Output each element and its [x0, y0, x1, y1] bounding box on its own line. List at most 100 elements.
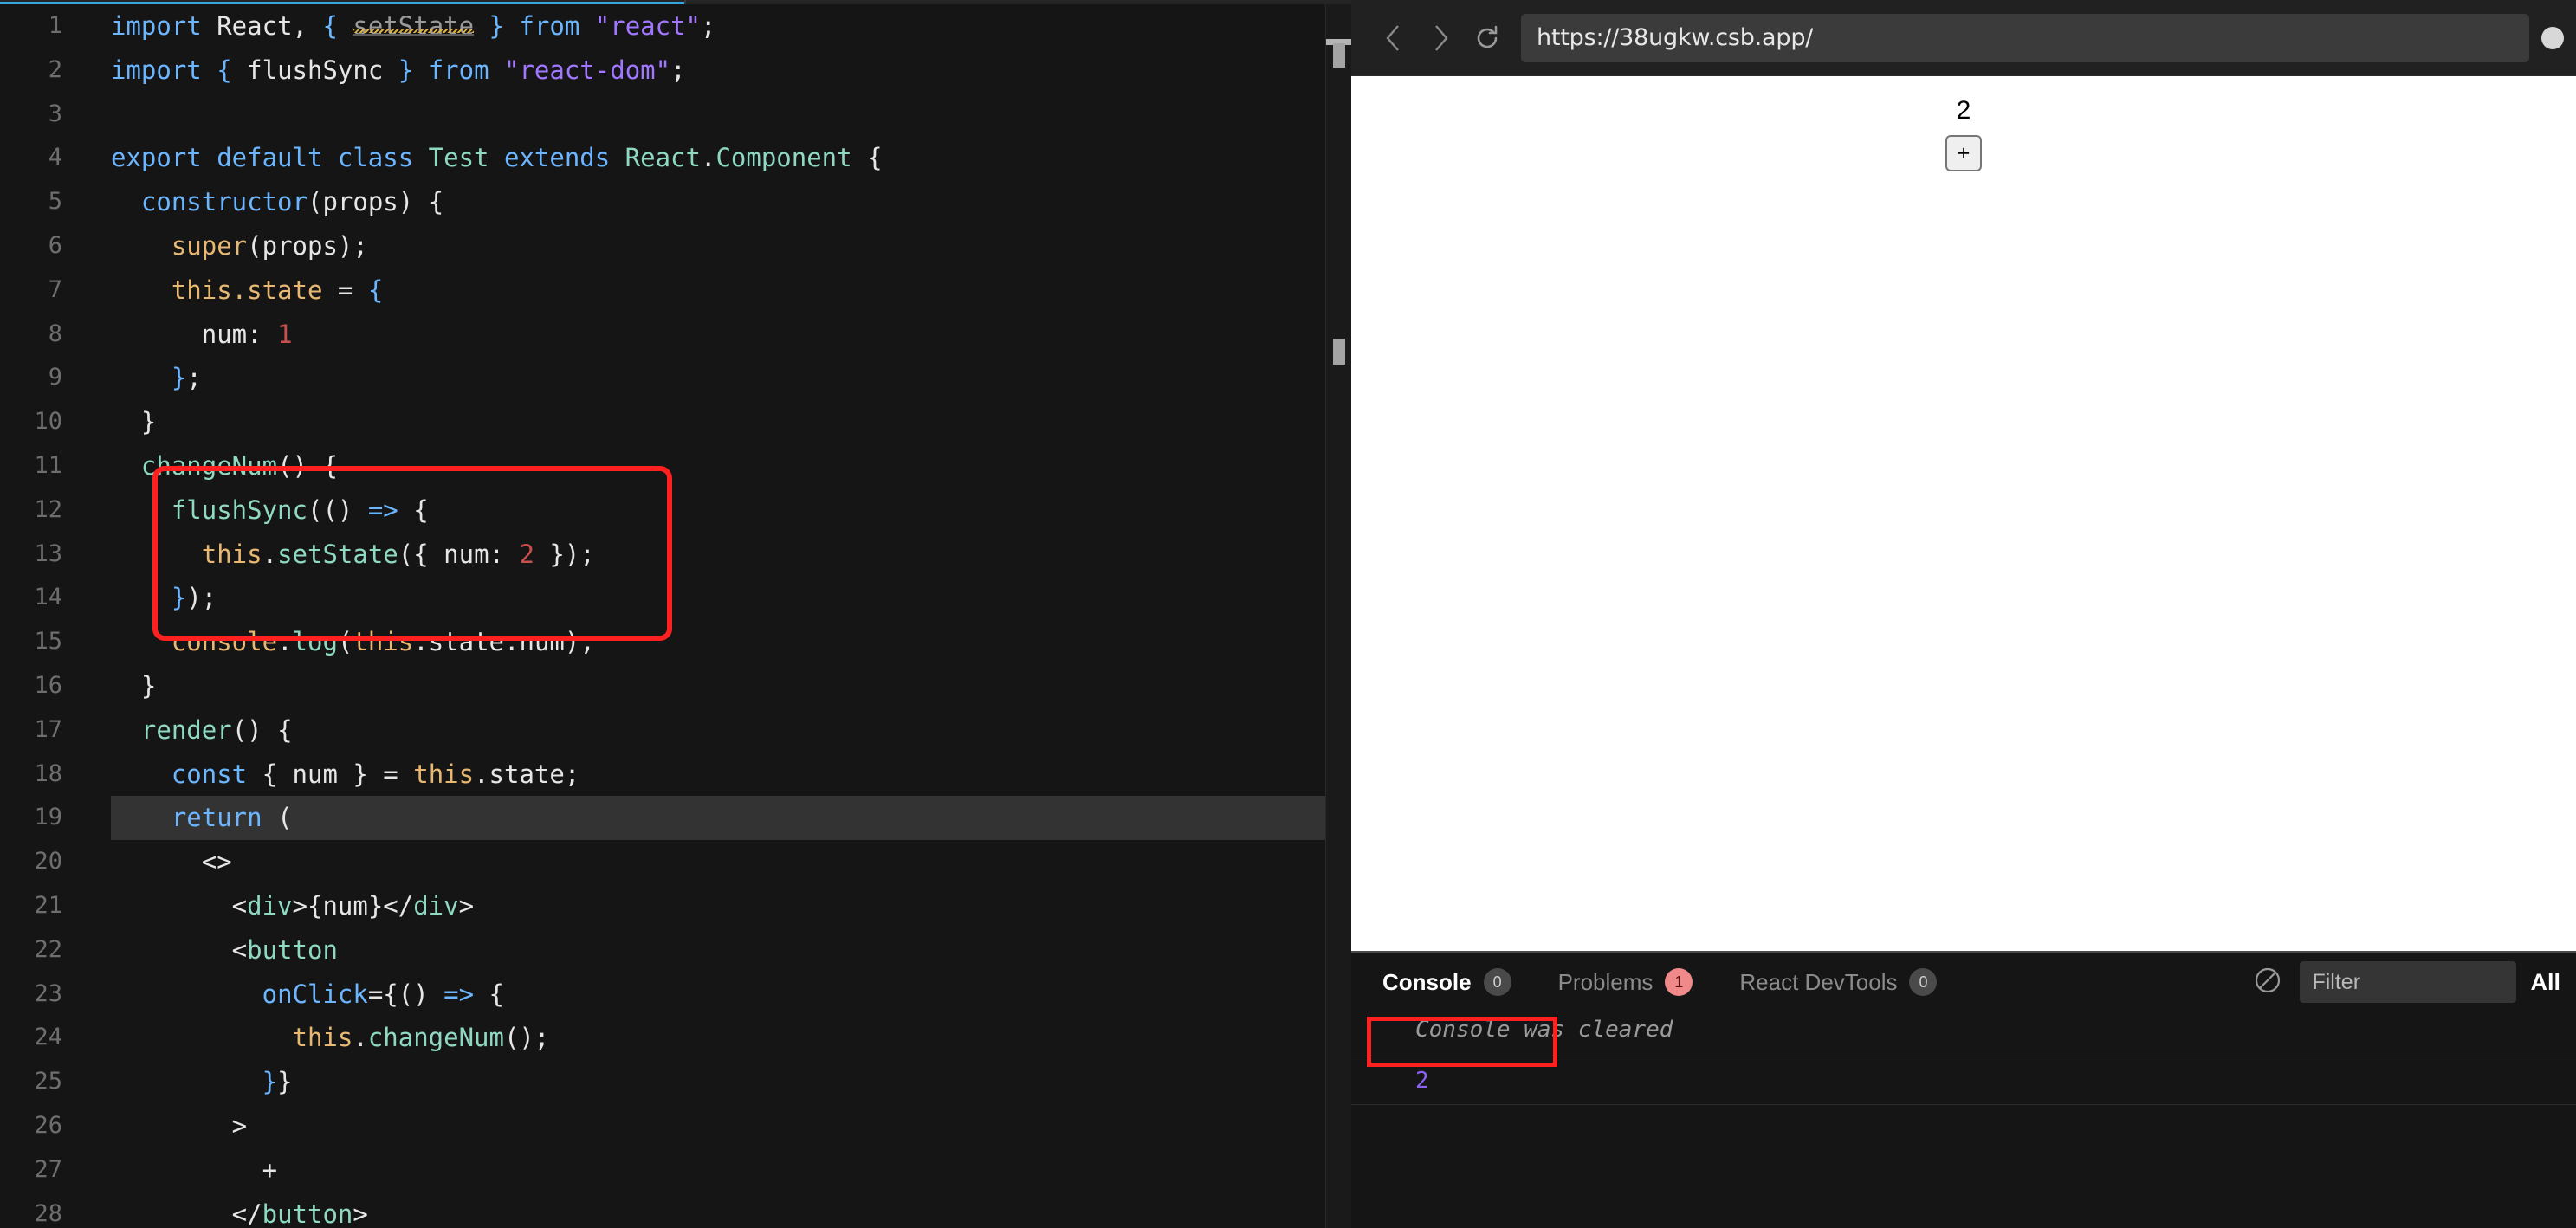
app-root: 1 import React, { setState } from "react"… [0, 0, 2576, 1228]
line-number: 14 [34, 584, 62, 611]
browser-menu-dot[interactable] [2541, 26, 2564, 49]
code-line[interactable]: 23 onClick={() => { [0, 973, 1351, 1017]
code-text: const { num } = this.state; [171, 759, 580, 789]
console-log-row[interactable]: 2 [1351, 1057, 2576, 1105]
devtools-tab-badge: 1 [1665, 968, 1693, 996]
unresolved-symbol: setState [353, 11, 475, 41]
code-line[interactable]: 17 render() { [0, 708, 1351, 753]
editor-scrollbar[interactable] [1325, 4, 1351, 1228]
code-line[interactable]: 11 changeNum() { [0, 444, 1351, 488]
line-number: 20 [34, 848, 62, 876]
devtools-tab-label: Console [1382, 968, 1472, 995]
line-number: 6 [48, 231, 62, 259]
app-output: 2 + [1351, 94, 2576, 171]
code-line[interactable]: 25 }} [0, 1060, 1351, 1104]
code-line[interactable]: 15 console.log(this.state.num); [0, 620, 1351, 664]
line-number: 4 [48, 144, 62, 171]
code-text: <> [111, 847, 232, 877]
address-bar[interactable]: https://38ugkw.csb.app/ [1521, 13, 2529, 62]
code-line[interactable]: 4 export default class Test extends React… [0, 136, 1351, 180]
forward-button[interactable] [1417, 15, 1464, 61]
line-number: 27 [34, 1155, 62, 1183]
line-number: 16 [34, 671, 62, 699]
devtools-tab-react-devtools[interactable]: React DevTools 0 [1739, 968, 1938, 996]
code-line[interactable]: 9 }; [0, 356, 1351, 400]
code-text: }} [262, 1067, 293, 1097]
console-output: Console was cleared 2 [1351, 1011, 2576, 1105]
code-text: > [111, 1110, 248, 1141]
line-number: 1 [48, 12, 62, 39]
console-filter-input[interactable] [2300, 961, 2517, 1003]
reload-button[interactable] [1464, 15, 1511, 61]
line-number: 8 [48, 320, 62, 347]
devtools-tab-console[interactable]: Console 0 [1382, 968, 1511, 996]
code-text: + [111, 1154, 278, 1185]
code-text: } [140, 407, 157, 437]
code-text: import React, { setState } from "react"; [111, 11, 716, 41]
code-line[interactable]: 14 }); [0, 576, 1351, 620]
devtools-tab-label: Problems [1557, 968, 1654, 995]
line-number: 11 [34, 451, 62, 479]
code-line[interactable]: 18 const { num } = this.state; [0, 753, 1351, 797]
rendered-page: 2 + [1351, 76, 2576, 951]
console-cleared-message: Console was cleared [1415, 1017, 1673, 1043]
code-line[interactable]: 2 import { flushSync } from "react-dom"; [0, 48, 1351, 93]
code-text: onClick={() => { [262, 979, 504, 1009]
code-line[interactable]: 12 flushSync(() => { [0, 488, 1351, 533]
increment-button[interactable]: + [1945, 135, 1983, 171]
code-text: <button [111, 934, 338, 965]
code-line[interactable]: 22 <button [0, 928, 1351, 973]
clear-console-button[interactable] [2251, 966, 2284, 999]
code-line[interactable]: 20 <> [0, 840, 1351, 884]
code-line[interactable]: 1 import React, { setState } from "react"… [0, 4, 1351, 48]
scrollbar-marker-lower [1333, 339, 1345, 365]
code-line[interactable]: 24 this.changeNum(); [0, 1016, 1351, 1060]
line-number: 9 [48, 364, 62, 391]
line-number: 5 [48, 188, 62, 216]
code-line[interactable]: 21 <div>{num}</div> [0, 884, 1351, 928]
code-line[interactable]: 10 } [0, 400, 1351, 444]
code-line[interactable]: 6 super(props); [0, 224, 1351, 268]
code-text: return ( [171, 803, 293, 833]
line-number: 13 [34, 540, 62, 567]
code-text: super(props); [171, 230, 368, 261]
code-text: import { flushSync } from "react-dom"; [111, 55, 686, 85]
code-text: this.state = { [171, 275, 384, 305]
reload-icon [1473, 24, 1501, 52]
line-number: 7 [48, 275, 62, 303]
code-text: } [140, 670, 157, 701]
code-text: this.setState({ num: 2 }); [201, 539, 595, 569]
devtools-tab-label: React DevTools [1739, 968, 1898, 995]
code-line[interactable]: 26 > [0, 1104, 1351, 1148]
devtools-tab-problems[interactable]: Problems 1 [1558, 968, 1693, 996]
log-level-select[interactable]: All [2530, 969, 2560, 996]
code-line[interactable]: 19 return ( [0, 796, 1351, 841]
chevron-right-icon [1430, 23, 1451, 53]
code-line[interactable]: 28 </button> [0, 1192, 1351, 1228]
code-line[interactable]: 7 this.state = { [0, 268, 1351, 313]
code-text: export default class Test extends React.… [111, 143, 883, 173]
devtools-panel: Console 0 Problems 1 React DevTools 0 All Con… [1351, 951, 2576, 1228]
code-line[interactable]: 5 constructor(props) { [0, 180, 1351, 224]
chevron-left-icon [1383, 23, 1404, 53]
code-text: constructor(props) { [140, 187, 444, 217]
code-line[interactable]: 3 [0, 93, 1351, 137]
code-line[interactable]: 8 num: 1 [0, 313, 1351, 357]
code-text: }; [171, 363, 202, 393]
line-number: 25 [34, 1068, 62, 1096]
code-text: <div>{num}</div> [111, 890, 475, 921]
scrollbar-thumb-top[interactable] [1333, 43, 1345, 68]
code-scroll-area[interactable]: 1 import React, { setState } from "react"… [0, 4, 1351, 1228]
code-text: num: 1 [111, 319, 293, 349]
code-line[interactable]: 27 + [0, 1148, 1351, 1192]
line-number: 10 [34, 408, 62, 436]
code-text: render() { [140, 714, 293, 745]
back-button[interactable] [1370, 15, 1417, 61]
code-line[interactable]: 13 this.setState({ num: 2 }); [0, 533, 1351, 577]
counter-value: 2 [1956, 96, 1971, 125]
code-text: changeNum() { [140, 450, 338, 481]
code-editor-pane: 1 import React, { setState } from "react"… [0, 0, 1351, 1228]
code-line[interactable]: 16 } [0, 664, 1351, 708]
url-text: https://38ugkw.csb.app/ [1537, 24, 1814, 51]
line-number: 28 [34, 1199, 62, 1227]
